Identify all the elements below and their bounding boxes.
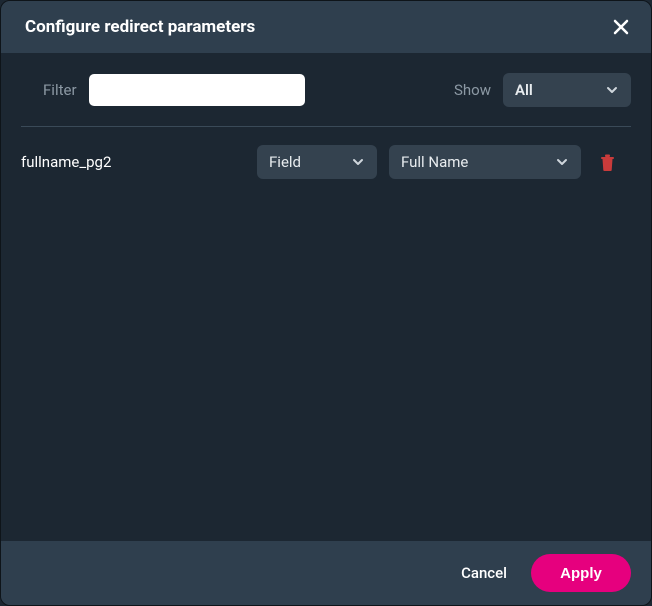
modal-footer: Cancel Apply: [1, 541, 651, 605]
close-button[interactable]: [607, 13, 635, 41]
apply-button[interactable]: Apply: [531, 554, 631, 592]
show-label: Show: [454, 81, 491, 99]
chevron-down-icon: [605, 83, 619, 97]
show-group: Show All: [454, 73, 631, 107]
param-type-select[interactable]: Field: [257, 145, 377, 179]
modal-body: Filter Show All fullname_pg2 Field: [1, 53, 651, 541]
modal-header: Configure redirect parameters: [1, 1, 651, 53]
param-value-select[interactable]: Full Name: [389, 145, 581, 179]
param-type-value: Field: [269, 153, 301, 171]
filter-bar: Filter Show All: [21, 53, 631, 127]
param-value-value: Full Name: [401, 153, 468, 171]
filter-group: Filter: [21, 74, 305, 106]
trash-icon: [600, 154, 615, 171]
close-icon: [611, 17, 631, 37]
modal-title: Configure redirect parameters: [25, 17, 255, 37]
chevron-down-icon: [555, 155, 569, 169]
param-name: fullname_pg2: [21, 153, 245, 171]
configure-redirect-modal: Configure redirect parameters Filter Sho…: [0, 0, 652, 606]
show-select[interactable]: All: [503, 73, 631, 107]
param-row: fullname_pg2 Field Full Name: [21, 127, 631, 197]
cancel-button[interactable]: Cancel: [461, 564, 507, 582]
delete-param-button[interactable]: [597, 152, 617, 172]
filter-label: Filter: [43, 81, 77, 99]
show-select-value: All: [515, 81, 533, 99]
chevron-down-icon: [351, 155, 365, 169]
filter-input[interactable]: [89, 74, 305, 106]
